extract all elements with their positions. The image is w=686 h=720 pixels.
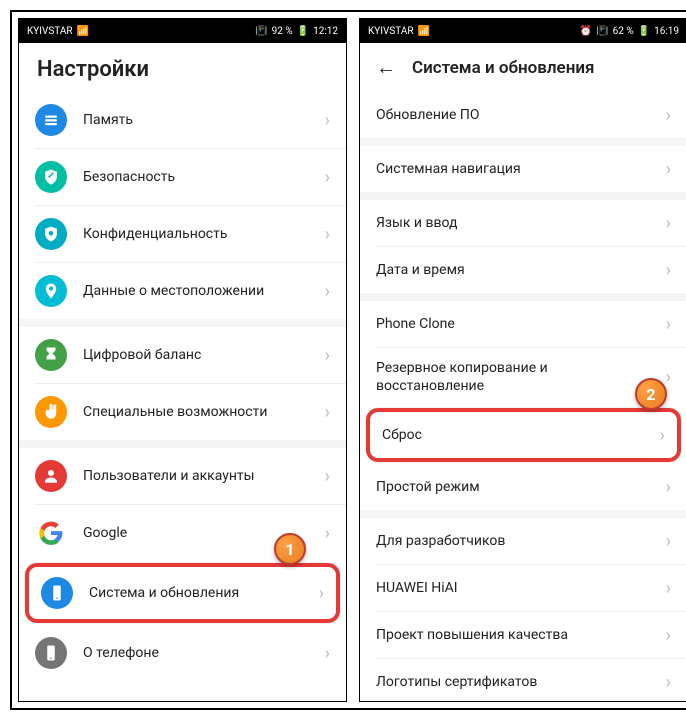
carrier-label: KYIVSTAR [368, 26, 414, 37]
status-bar: KYIVSTAR 📶 ⏰ 📳 62 % 🔋 16:19 [360, 19, 686, 43]
back-arrow-icon[interactable]: ← [376, 55, 396, 80]
highlight-system: 1 Система и обновления › [25, 563, 340, 623]
chevron-right-icon: › [325, 523, 330, 544]
carrier-label: KYIVSTAR [27, 26, 73, 37]
chevron-right-icon: › [666, 314, 671, 335]
settings-item-accessibility[interactable]: Специальные возможности › [19, 384, 346, 440]
chevron-right-icon: › [325, 224, 330, 245]
system-list: Обновление ПО › Системная навигация › Яз… [360, 92, 686, 701]
chevron-right-icon: › [666, 578, 671, 599]
item-label: О телефоне [83, 644, 317, 662]
system-item-phoneclone[interactable]: Phone Clone › [360, 301, 686, 347]
item-label: Безопасность [83, 168, 317, 186]
item-label: Phone Clone [376, 315, 658, 333]
page-title: Настройки [19, 43, 346, 92]
clock: 16:19 [654, 26, 679, 37]
user-icon [35, 460, 67, 492]
item-label: Обновление ПО [376, 106, 658, 124]
phone-icon [35, 637, 67, 669]
vibrate-icon: 📳 [255, 26, 267, 37]
location-icon [35, 275, 67, 307]
item-label: Пользователи и аккаунты [83, 467, 317, 485]
battery-icon: 🔋 [297, 26, 309, 37]
settings-item-location[interactable]: Данные о местоположении › [19, 263, 346, 319]
settings-list: Память › Безопасность › Конфиденциальнос… [19, 92, 346, 701]
settings-item-privacy[interactable]: Конфиденциальность › [19, 206, 346, 262]
battery-pct: 92 % [272, 26, 293, 37]
item-label: Проект повышения качества [376, 626, 658, 644]
privacy-icon [35, 218, 67, 250]
system-item-nav[interactable]: Системная навигация › [360, 146, 686, 192]
alarm-icon: ⏰ [580, 26, 592, 37]
item-label: Конфиденциальность [83, 225, 317, 243]
item-label: Логотипы сертификатов [376, 673, 658, 691]
chevron-right-icon: › [660, 425, 665, 446]
memory-icon [35, 104, 67, 136]
item-label: Для разработчиков [376, 532, 658, 550]
hourglass-icon [35, 339, 67, 371]
settings-item-system[interactable]: Система и обновления › [29, 567, 336, 619]
settings-item-security[interactable]: Безопасность › [19, 149, 346, 205]
system-item-datetime[interactable]: Дата и время › [360, 247, 686, 293]
chevron-right-icon: › [325, 466, 330, 487]
battery-pct: 62 % [613, 26, 634, 37]
item-label: HUAWEI HiAI [376, 579, 658, 597]
chevron-right-icon: › [666, 672, 671, 693]
chevron-right-icon: › [666, 213, 671, 234]
callout-badge-1: 1 [274, 533, 306, 565]
chevron-right-icon: › [666, 105, 671, 126]
chevron-right-icon: › [325, 402, 330, 423]
system-icon [41, 577, 73, 609]
item-label: Память [83, 111, 317, 129]
settings-item-memory[interactable]: Память › [19, 92, 346, 148]
chevron-right-icon: › [319, 583, 324, 604]
battery-icon: 🔋 [638, 26, 650, 37]
settings-item-digital-balance[interactable]: Цифровой баланс › [19, 327, 346, 383]
chevron-right-icon: › [666, 625, 671, 646]
item-label: Простой режим [376, 478, 658, 496]
vibrate-icon: 📳 [596, 26, 608, 37]
system-item-update[interactable]: Обновление ПО › [360, 92, 686, 138]
chevron-right-icon: › [666, 477, 671, 498]
item-label: Дата и время [376, 261, 658, 279]
item-label: Системная навигация [376, 160, 658, 178]
system-item-certs[interactable]: Логотипы сертификатов › [360, 659, 686, 701]
page-title: Система и обновления [412, 58, 595, 78]
system-item-hiai[interactable]: HUAWEI HiAI › [360, 565, 686, 611]
chevron-right-icon: › [325, 167, 330, 188]
shield-icon [35, 161, 67, 193]
item-label: Система и обновления [89, 584, 311, 602]
signal-icon: 📶 [418, 26, 430, 37]
status-bar: KYIVSTAR 📶 📳 92 % 🔋 12:12 [19, 19, 346, 43]
item-label: Сброс [382, 426, 652, 444]
system-item-quality[interactable]: Проект повышения качества › [360, 612, 686, 658]
system-item-reset[interactable]: Сброс › [370, 412, 677, 458]
item-label: Данные о местоположении [83, 282, 317, 300]
chevron-right-icon: › [666, 260, 671, 281]
system-item-dev[interactable]: Для разработчиков › [360, 518, 686, 564]
item-label: Резервное копирование и восстановление [376, 359, 658, 395]
clock: 12:12 [313, 26, 338, 37]
chevron-right-icon: › [325, 345, 330, 366]
item-label: Цифровой баланс [83, 346, 317, 364]
chevron-right-icon: › [325, 281, 330, 302]
system-item-simple[interactable]: Простой режим › [360, 464, 686, 510]
hand-icon [35, 396, 67, 428]
settings-item-users[interactable]: Пользователи и аккаунты › [19, 448, 346, 504]
google-icon [35, 517, 67, 549]
system-item-lang[interactable]: Язык и ввод › [360, 200, 686, 246]
highlight-reset: 2 Сброс › [366, 408, 681, 462]
chevron-right-icon: › [666, 159, 671, 180]
chevron-right-icon: › [666, 531, 671, 552]
item-label: Язык и ввод [376, 214, 658, 232]
signal-icon: 📶 [77, 26, 89, 37]
chevron-right-icon: › [666, 367, 671, 388]
settings-item-about[interactable]: О телефоне › [19, 625, 346, 681]
chevron-right-icon: › [325, 643, 330, 664]
chevron-right-icon: › [325, 110, 330, 131]
page-header: ← Система и обновления [360, 43, 686, 92]
item-label: Специальные возможности [83, 403, 317, 421]
